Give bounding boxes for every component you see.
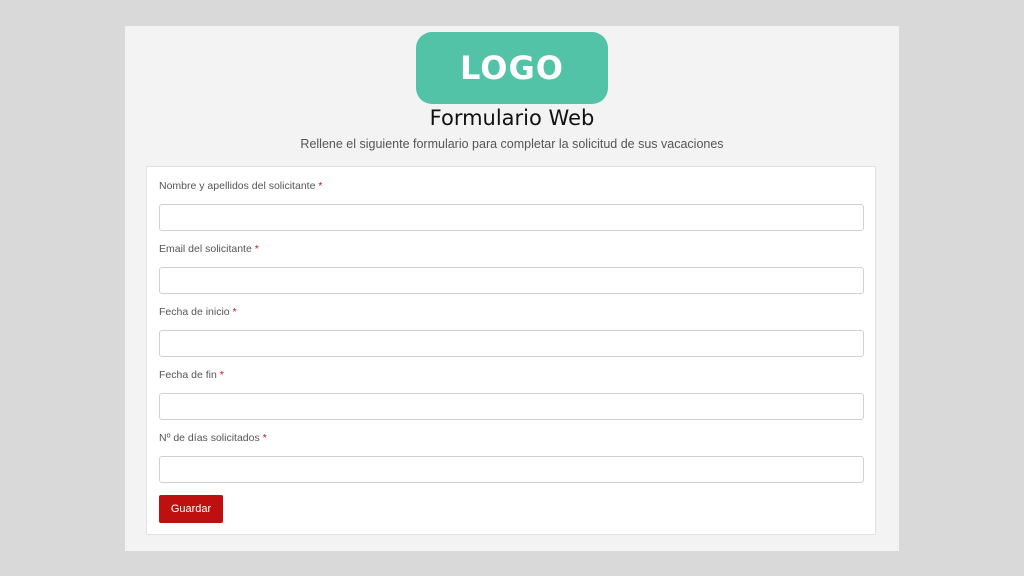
- field-start-date: Fecha de inicio *: [159, 306, 864, 357]
- vacation-request-form: Nombre y apellidos del solicitante * Emai…: [146, 166, 876, 535]
- field-label: Fecha de inicio *: [159, 306, 864, 320]
- required-marker: *: [318, 180, 323, 192]
- field-label: Email del solicitante *: [159, 243, 864, 257]
- save-button[interactable]: Guardar: [159, 495, 223, 523]
- field-label-text: Nombre y apellidos del solicitante: [159, 180, 316, 192]
- field-label: Nº de días solicitados *: [159, 432, 864, 446]
- form-page: LOGO Formulario Web Rellene el siguiente…: [125, 26, 899, 551]
- name-input[interactable]: [159, 204, 864, 231]
- end-date-input[interactable]: [159, 393, 864, 420]
- email-input[interactable]: [159, 267, 864, 294]
- field-end-date: Fecha de fin *: [159, 369, 864, 420]
- start-date-input[interactable]: [159, 330, 864, 357]
- required-marker: *: [219, 369, 224, 381]
- field-label: Fecha de fin *: [159, 369, 864, 383]
- field-label-text: Email del solicitante: [159, 243, 252, 255]
- field-label-text: Nº de días solicitados: [159, 432, 260, 444]
- field-label: Nombre y apellidos del solicitante *: [159, 180, 864, 194]
- field-name: Nombre y apellidos del solicitante *: [159, 180, 864, 231]
- field-label-text: Fecha de inicio: [159, 306, 230, 318]
- required-marker: *: [262, 432, 267, 444]
- required-marker: *: [254, 243, 259, 255]
- field-email: Email del solicitante *: [159, 243, 864, 294]
- page-subtitle: Rellene el siguiente formulario para com…: [300, 137, 724, 151]
- days-input[interactable]: [159, 456, 864, 483]
- page-title: Formulario Web: [429, 106, 595, 130]
- field-days: Nº de días solicitados *: [159, 432, 864, 483]
- logo: LOGO: [416, 32, 608, 104]
- field-label-text: Fecha de fin: [159, 369, 217, 381]
- required-marker: *: [232, 306, 237, 318]
